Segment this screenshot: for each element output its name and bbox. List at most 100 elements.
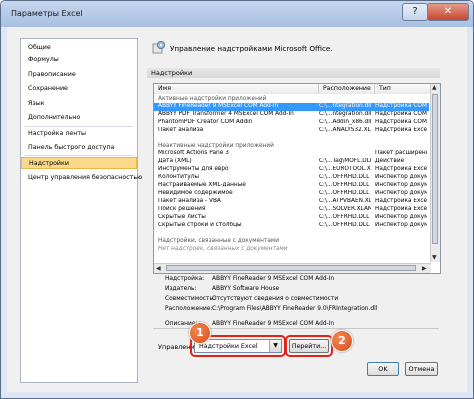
group-header-inactive: Неактивные надстройки приложений [158, 143, 274, 149]
cell-name: ABBYY FineReader 9 MSExcel COM Add-In [158, 103, 279, 109]
table-row[interactable]: Инструменты для евро C:\...EUROTOOL.XLAM… [154, 166, 429, 174]
cell-type: Надстройка Excel [375, 206, 427, 212]
cell-name: Пакет анализа [158, 127, 204, 133]
cell-location: C:\...ntegration.dll [319, 103, 371, 109]
table-row[interactable]: Скрытые листы C:\...OFFRHD.DLL Инспектор… [154, 214, 429, 222]
detail-value-publisher: ABBYY Software House [212, 286, 280, 292]
cell-location: C:\...OFFRHD.DLL [319, 182, 370, 188]
horizontal-scroll-thumb[interactable] [166, 265, 416, 271]
cell-location: C:\...OFFRHD.DLL [319, 190, 370, 196]
sidebar-item-general[interactable]: Общие [21, 42, 137, 54]
addins-gear-icon [152, 41, 165, 54]
detail-label-compatibility: Совместимость: [165, 296, 215, 302]
detail-value-location: C:\Program Files\ABBYY FineReader 9.0\FR… [212, 306, 378, 312]
cell-name: Инструменты для евро [158, 166, 229, 172]
cell-type: Надстройка COM [375, 103, 427, 109]
cell-name: ABBYY PDF Transformer 4 MSExcel COM Add-… [158, 111, 294, 117]
cell-type: Надстройка Excel [375, 127, 427, 133]
cell-type: Надстройка Excel [375, 166, 427, 172]
sidebar-item-language[interactable]: Язык [21, 98, 137, 110]
scroll-up-icon[interactable]: ▲ [432, 84, 437, 91]
step-badge-2: 2 [331, 330, 353, 352]
scroll-right-icon[interactable]: ▶ [422, 265, 427, 272]
vertical-scroll-thumb[interactable] [432, 94, 438, 244]
table-row[interactable]: Скрытые строки и столбцы C:\...OFFRHD.DL… [154, 222, 429, 230]
cell-name: PhantomPDF Creator COM Addin [158, 119, 253, 125]
table-row[interactable]: Microsoft Actions Pane 3 Пакет расширени… [154, 150, 429, 158]
cell-type: Надстройка Excel [375, 198, 427, 204]
scroll-down-icon[interactable]: ▼ [432, 254, 437, 261]
table-row[interactable]: ABBYY PDF Transformer 4 MSExcel COM Add-… [154, 111, 429, 119]
table-row[interactable]: Дата (XML) C:\...Tag\MOFL.DLL Действие [154, 158, 429, 166]
cell-location: C:\...OFFRHD.DLL [319, 222, 370, 228]
addins-list[interactable]: Имя Расположение Тип Активные надстройки… [153, 83, 441, 274]
cell-type: Надстройка COM [375, 111, 427, 117]
cell-type: Инспектор докум [375, 174, 427, 180]
detail-label-location: Расположение: [165, 306, 213, 312]
table-row[interactable]: Пакет анализа - VBA C:\...ATPVBAEN.XLAM … [154, 198, 429, 206]
cell-location: C:\...OFFRHD.DLL [319, 174, 370, 180]
cell-type: Действие [375, 158, 405, 164]
title-bar[interactable]: Параметры Excel ? ✕ [1, 1, 473, 27]
cell-type: Инспектор докум [375, 214, 427, 220]
cell-name: Настраиваемые XML-данные [158, 182, 246, 188]
sidebar-item-quick-access[interactable]: Панель быстрого доступа [21, 142, 137, 154]
detail-value-description: ABBYY FineReader 9 MSExcel COM Add-In [212, 321, 335, 327]
window-title: Параметры Excel [11, 9, 83, 18]
cell-type: Инспектор докум [375, 222, 427, 228]
sidebar-item-save[interactable]: Сохранение [21, 83, 137, 95]
cell-name: Пакет анализа - VBA [158, 198, 221, 204]
cell-name: Колонтитулы [158, 174, 199, 180]
detail-value-addin: ABBYY FineReader 9 MSExcel COM Add-In [212, 276, 335, 282]
cell-type: Надстройка COM [375, 119, 427, 125]
ok-button[interactable]: OK [367, 362, 399, 376]
sidebar-item-trust-center[interactable]: Центр управления безопасностью [21, 172, 142, 184]
group-empty-note: Нет надстроек, связанных с документами [158, 246, 288, 252]
step-badge-1: 1 [189, 322, 211, 344]
cell-name: Невидимое содержимое [158, 190, 233, 196]
sidebar-item-proofing[interactable]: Правописание [21, 69, 137, 81]
sidebar-item-addins[interactable]: Надстройки [21, 157, 137, 169]
column-header-type[interactable]: Тип [375, 84, 431, 94]
cell-location: C:\...EUROTOOL.XLAM [319, 166, 371, 172]
vertical-scrollbar[interactable]: ▲ ▼ [430, 84, 440, 262]
cell-location: C:\...SOLVER.XLAM [319, 206, 371, 212]
detail-value-compatibility: Отсутствуют сведения о совместимости [212, 296, 339, 302]
horizontal-scrollbar[interactable]: ◀ ▶ [154, 263, 431, 273]
cancel-button[interactable]: Отмена [405, 362, 438, 376]
scroll-left-icon[interactable]: ◀ [156, 265, 161, 272]
table-row[interactable]: Настраиваемые XML-данные C:\...OFFRHD.DL… [154, 182, 429, 190]
cell-location: C:\...Tag\MOFL.DLL [319, 158, 371, 164]
highlight-frame-go [285, 335, 333, 357]
cell-name: Microsoft Actions Pane 3 [158, 150, 229, 156]
sidebar-item-advanced[interactable]: Дополнительно [21, 112, 137, 124]
sidebar-divider [25, 126, 133, 127]
cell-type: Инспектор докум [375, 190, 427, 196]
help-button[interactable]: ? [402, 3, 428, 21]
table-row[interactable]: Пакет анализа C:\...ANALYS32.XLL Надстро… [154, 127, 429, 135]
detail-label-publisher: Издатель: [165, 286, 197, 292]
cell-type: Пакет расширения [375, 150, 427, 156]
cell-location: C:\...ntegration.dll [319, 111, 371, 117]
sidebar-item-customize-ribbon[interactable]: Настройка ленты [21, 128, 137, 140]
close-button[interactable]: ✕ [427, 3, 469, 21]
header-title: Управление надстройками Microsoft Office… [170, 44, 333, 53]
cell-location: C:\...Addin_x86.dll [319, 119, 371, 125]
sidebar: Общие Формулы Правописание Сохранение Яз… [20, 38, 142, 383]
table-row[interactable]: Поиск решения C:\...SOLVER.XLAM Надстрой… [154, 206, 429, 214]
table-row[interactable]: ABBYY FineReader 9 MSExcel COM Add-In C:… [154, 103, 429, 111]
cell-location: C:\...ANALYS32.XLL [319, 127, 371, 133]
table-row[interactable]: Невидимое содержимое C:\...OFFRHD.DLL Ин… [154, 190, 429, 198]
table-row[interactable]: Колонтитулы C:\...OFFRHD.DLL Инспектор д… [154, 174, 429, 182]
group-header-document: Надстройки, связанные с документами [158, 238, 280, 244]
cell-name: Скрытые строки и столбцы [158, 222, 242, 228]
cell-name: Скрытые листы [158, 214, 206, 220]
group-header-active: Активные надстройки приложений [158, 96, 267, 102]
column-header-location[interactable]: Расположение [319, 84, 375, 94]
cell-name: Дата (XML) [158, 158, 192, 164]
sidebar-item-formulas[interactable]: Формулы [21, 54, 137, 66]
cell-name: Поиск решения [158, 206, 206, 212]
sidebar-divider [25, 155, 133, 156]
table-row[interactable]: PhantomPDF Creator COM Addin C:\...Addin… [154, 119, 429, 127]
column-header-name[interactable]: Имя [154, 84, 319, 94]
